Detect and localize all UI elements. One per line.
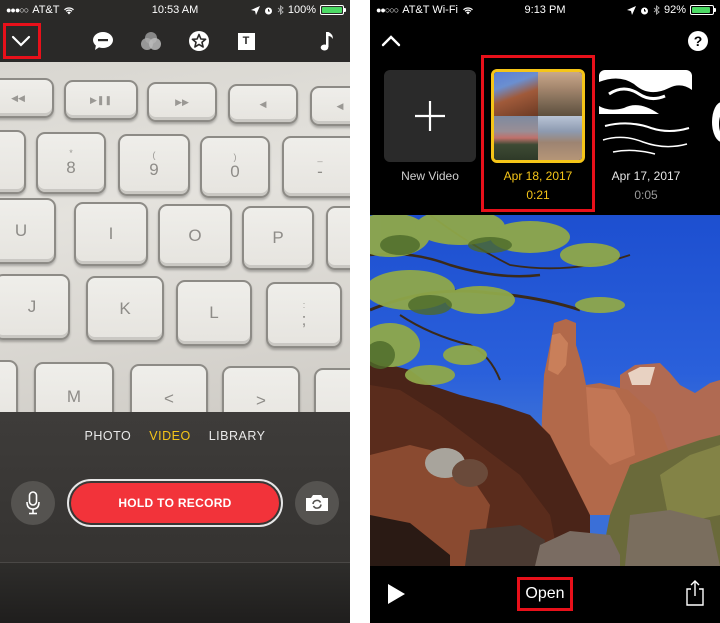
highlight-box [3, 23, 41, 59]
keyboard-key: (9 [118, 134, 190, 196]
thumbnail-image [599, 70, 692, 155]
hold-to-record-button[interactable]: HOLD TO RECORD [67, 479, 283, 527]
capture-mode-selector: PHOTO VIDEO LIBRARY [0, 429, 350, 443]
live-titles-button[interactable] [86, 24, 120, 58]
alarm-icon [264, 7, 272, 14]
stickers-button[interactable] [182, 24, 216, 58]
keyboard-key: :; [266, 282, 342, 348]
location-arrow-icon [250, 5, 260, 15]
keyboard-key [0, 130, 26, 194]
flip-camera-icon [306, 495, 328, 511]
star-icon [189, 31, 209, 51]
preview-image [370, 215, 720, 566]
keyboard-key: ◀ [228, 84, 298, 124]
music-note-icon [320, 32, 333, 51]
keyboard-key: U [0, 198, 56, 264]
clips-projects-screen: ●●○○○ AT&T Wi-Fi 9:13 PM 92% ? New Video [370, 0, 720, 623]
carrier-label: AT&T Wi-Fi [402, 4, 458, 16]
new-video-label: New Video [401, 169, 459, 183]
carrier-label: AT&T [32, 4, 60, 16]
keyboard-key: _ - [282, 136, 350, 198]
clips-camera-screen: ●●●○○ AT&T 10:53 AM 100% T ◀◀ ▶❚❚ ▶▶ ◀ ◀… [0, 0, 350, 623]
status-bar: ●●○○○ AT&T Wi-Fi 9:13 PM 92% [370, 0, 720, 20]
plus-icon [415, 101, 445, 131]
keyboard-key [326, 206, 350, 270]
keyboard-key: ) 0 [200, 136, 270, 198]
keyboard-key: K [86, 276, 164, 342]
battery-percent: 100% [287, 4, 316, 16]
signal-strength: ●●○○○ [376, 5, 399, 15]
video-preview[interactable] [370, 215, 720, 566]
open-button[interactable]: Open [517, 577, 573, 611]
bluetooth-icon [653, 5, 660, 15]
project-date: Apr 17, 2017 [611, 169, 681, 183]
battery-icon [320, 5, 346, 15]
camera-viewfinder[interactable]: ◀◀ ▶❚❚ ▶▶ ◀ ◀ * 8 (9 ) 0 _ - U I O P J K L … [0, 62, 350, 412]
keyboard-key: * 8 [36, 132, 106, 194]
wifi-icon [64, 6, 75, 14]
flip-camera-button[interactable] [295, 481, 339, 525]
share-icon [686, 580, 704, 606]
play-icon [388, 584, 405, 604]
filters-button[interactable] [134, 24, 168, 58]
record-button-label: HOLD TO RECORD [71, 483, 279, 523]
keyboard-key: J [0, 274, 70, 340]
highlight-box [481, 55, 595, 212]
help-button[interactable]: ? [688, 31, 708, 51]
keyboard-key: P [242, 206, 314, 270]
keyboard-key: ▶▶ [147, 82, 217, 122]
project-duration: 0:05 [634, 188, 658, 202]
project-thumbnail[interactable] [599, 70, 692, 162]
title-cards-button[interactable]: T [229, 24, 263, 58]
music-button[interactable] [310, 24, 344, 58]
keyboard-key: M [34, 362, 114, 412]
new-video-button[interactable] [384, 70, 476, 162]
keyboard-key: O [158, 204, 232, 268]
bottom-toolbar: Open [370, 566, 720, 623]
text-icon: T [237, 32, 255, 50]
keyboard-key: ◀ [310, 86, 350, 126]
capture-controls: PHOTO VIDEO LIBRARY HOLD TO RECORD [0, 412, 350, 562]
battery-percent: 92% [663, 4, 686, 16]
project-thumbnail-partial[interactable] [706, 70, 720, 162]
keyboard-key [0, 360, 18, 412]
microphone-icon [26, 491, 40, 515]
camera-toolbar: T [0, 20, 350, 62]
mode-photo[interactable]: PHOTO [85, 429, 132, 443]
keyboard-key: I [74, 202, 148, 266]
speech-bubble-icon [93, 32, 113, 50]
keyboard-key: L [176, 280, 252, 346]
keyboard-key: ◀◀ [0, 78, 54, 118]
thumbnail-image [712, 102, 720, 142]
keyboard-key: < [130, 364, 208, 412]
keyboard-key [314, 368, 350, 412]
signal-strength: ●●●○○ [6, 5, 29, 15]
microphone-button[interactable] [11, 481, 55, 525]
wifi-icon [463, 6, 473, 14]
mode-video[interactable]: VIDEO [149, 429, 190, 443]
battery-icon [690, 5, 716, 15]
bottom-dock [0, 562, 350, 623]
alarm-icon [640, 7, 648, 14]
projects-strip: New Video Apr 18, 2017 0:21 Apr 17, 2017… [370, 55, 720, 212]
status-bar: ●●●○○ AT&T 10:53 AM 100% [0, 0, 350, 20]
chevron-up-icon [381, 35, 401, 47]
location-arrow-icon [626, 5, 636, 15]
bluetooth-icon [277, 5, 284, 15]
keyboard-key: > [222, 366, 300, 412]
play-button[interactable] [379, 577, 413, 611]
mode-library[interactable]: LIBRARY [209, 429, 266, 443]
keyboard-key: ▶❚❚ [64, 80, 138, 120]
share-button[interactable] [678, 576, 712, 610]
filters-icon [141, 32, 161, 50]
collapse-projects-button[interactable] [374, 24, 408, 58]
